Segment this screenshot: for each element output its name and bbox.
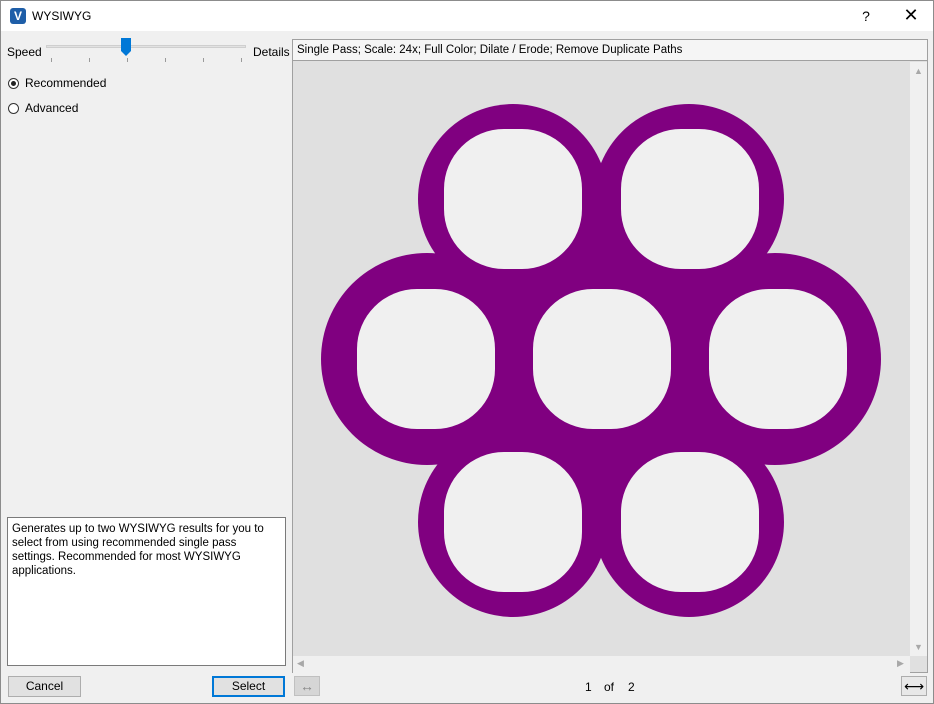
radio-checked-icon[interactable] (8, 77, 19, 89)
app-logo-icon: V (10, 8, 26, 24)
slider-tick (127, 58, 128, 62)
page-of-label: of (604, 680, 615, 694)
title-bar: V WYSIWYG ? ✕ (1, 1, 933, 31)
fit-width-icon: ↔ (300, 678, 314, 694)
settings-info-bar: Single Pass; Scale: 24x; Full Color; Dil… (292, 39, 928, 61)
speed-details-slider-track[interactable] (46, 45, 246, 48)
fit-width-icon: ⟷ (903, 678, 925, 694)
slider-tick (165, 58, 166, 62)
slider-tick (51, 58, 52, 62)
fit-width-right-button[interactable]: ⟷ (901, 676, 927, 696)
slider-thumb[interactable] (121, 38, 131, 56)
radio-recommended-label: Recommended (25, 76, 107, 90)
scroll-left-arrow-icon[interactable]: ◀ (297, 658, 304, 669)
slider-details-label: Details (253, 45, 290, 59)
vertical-scrollbar[interactable]: ▲ ▼ (910, 62, 927, 656)
horizontal-scrollbar[interactable]: ◀ ▶ (293, 656, 910, 673)
slider-tick (89, 58, 90, 62)
preview-image (321, 104, 881, 617)
wysiwyg-dialog: V WYSIWYG ? ✕ Speed Details Recommended … (0, 0, 934, 704)
page-current: 1 (585, 680, 592, 694)
help-button[interactable]: ? (851, 1, 881, 31)
radio-advanced-label: Advanced (25, 101, 79, 115)
scroll-up-arrow-icon[interactable]: ▲ (914, 66, 923, 76)
slider-tick (241, 58, 242, 62)
slider-speed-label: Speed (7, 45, 42, 59)
scroll-right-arrow-icon[interactable]: ▶ (897, 658, 904, 669)
scroll-down-arrow-icon[interactable]: ▼ (914, 642, 923, 652)
select-button[interactable]: Select (212, 676, 285, 697)
window-title: WYSIWYG (32, 9, 92, 23)
description-box: Generates up to two WYSIWYG results for … (7, 517, 286, 666)
close-button[interactable]: ✕ (895, 1, 927, 31)
cancel-button[interactable]: Cancel (8, 676, 81, 697)
page-total: 2 (628, 680, 635, 694)
fit-width-left-button[interactable]: ↔ (294, 676, 320, 696)
radio-advanced[interactable]: Advanced (8, 101, 78, 115)
radio-recommended[interactable]: Recommended (8, 76, 106, 90)
slider-tick (203, 58, 204, 62)
radio-unchecked-icon[interactable] (8, 102, 19, 114)
